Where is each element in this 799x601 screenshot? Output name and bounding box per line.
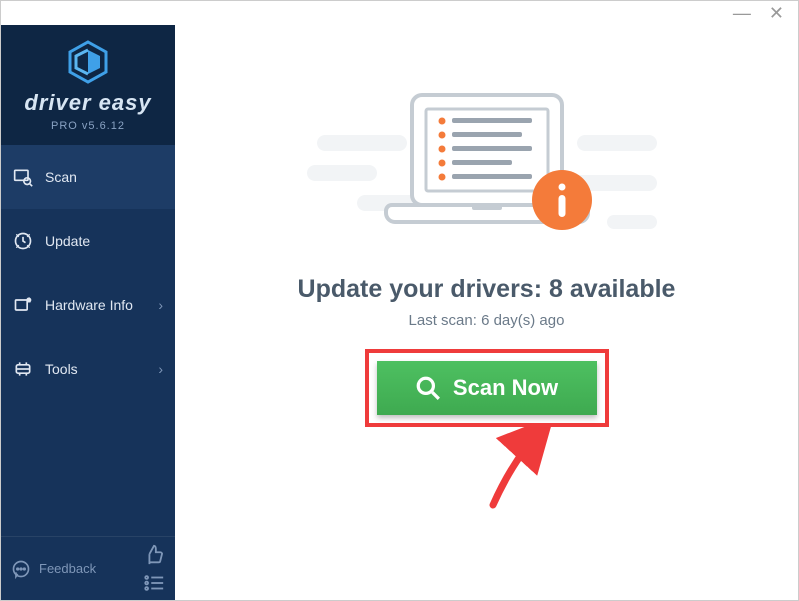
content-area: Update your drivers: 8 available Last sc… <box>175 25 798 600</box>
nav-label: Update <box>45 233 90 249</box>
nav-item-scan[interactable]: Scan <box>1 145 175 209</box>
chevron-right-icon: › <box>158 361 163 377</box>
scan-button-label: Scan Now <box>453 375 558 401</box>
update-icon <box>13 231 33 251</box>
hardware-icon: 1 <box>13 295 33 315</box>
nav: Scan Update 1 Hardware Info › Tools <box>1 145 175 401</box>
chevron-right-icon: › <box>158 297 163 313</box>
nav-item-tools[interactable]: Tools › <box>1 337 175 401</box>
minimize-button[interactable]: — <box>733 4 751 22</box>
nav-label: Tools <box>45 361 78 377</box>
laptop-illustration <box>372 85 602 255</box>
scan-icon <box>13 167 33 187</box>
feedback-link[interactable]: Feedback <box>39 561 96 576</box>
brand-version: PRO v5.6.12 <box>51 120 125 132</box>
nav-item-hardware[interactable]: 1 Hardware Info › <box>1 273 175 337</box>
search-icon <box>415 375 441 401</box>
arrow-annotation <box>485 423 555 513</box>
close-button[interactable]: ✕ <box>769 4 784 22</box>
main-title: Update your drivers: 8 available <box>298 275 676 304</box>
thumbs-up-icon[interactable] <box>143 544 165 566</box>
nav-item-update[interactable]: Update <box>1 209 175 273</box>
menu-icon[interactable] <box>143 572 165 594</box>
highlight-annotation: Scan Now <box>365 349 609 427</box>
tools-icon <box>13 359 33 379</box>
brand-name: driver easy <box>24 90 151 116</box>
main-subtitle: Last scan: 6 day(s) ago <box>409 312 565 329</box>
scan-now-button[interactable]: Scan Now <box>377 361 597 415</box>
titlebar: — ✕ <box>1 1 798 25</box>
nav-label: Hardware Info <box>45 297 133 313</box>
sidebar: driver easy PRO v5.6.12 Scan Update 1 <box>1 25 175 600</box>
sidebar-footer: Feedback <box>1 536 175 600</box>
app-logo-icon <box>64 38 112 86</box>
nav-label: Scan <box>45 169 77 185</box>
feedback-icon <box>11 559 31 579</box>
brand-block: driver easy PRO v5.6.12 <box>1 25 175 145</box>
